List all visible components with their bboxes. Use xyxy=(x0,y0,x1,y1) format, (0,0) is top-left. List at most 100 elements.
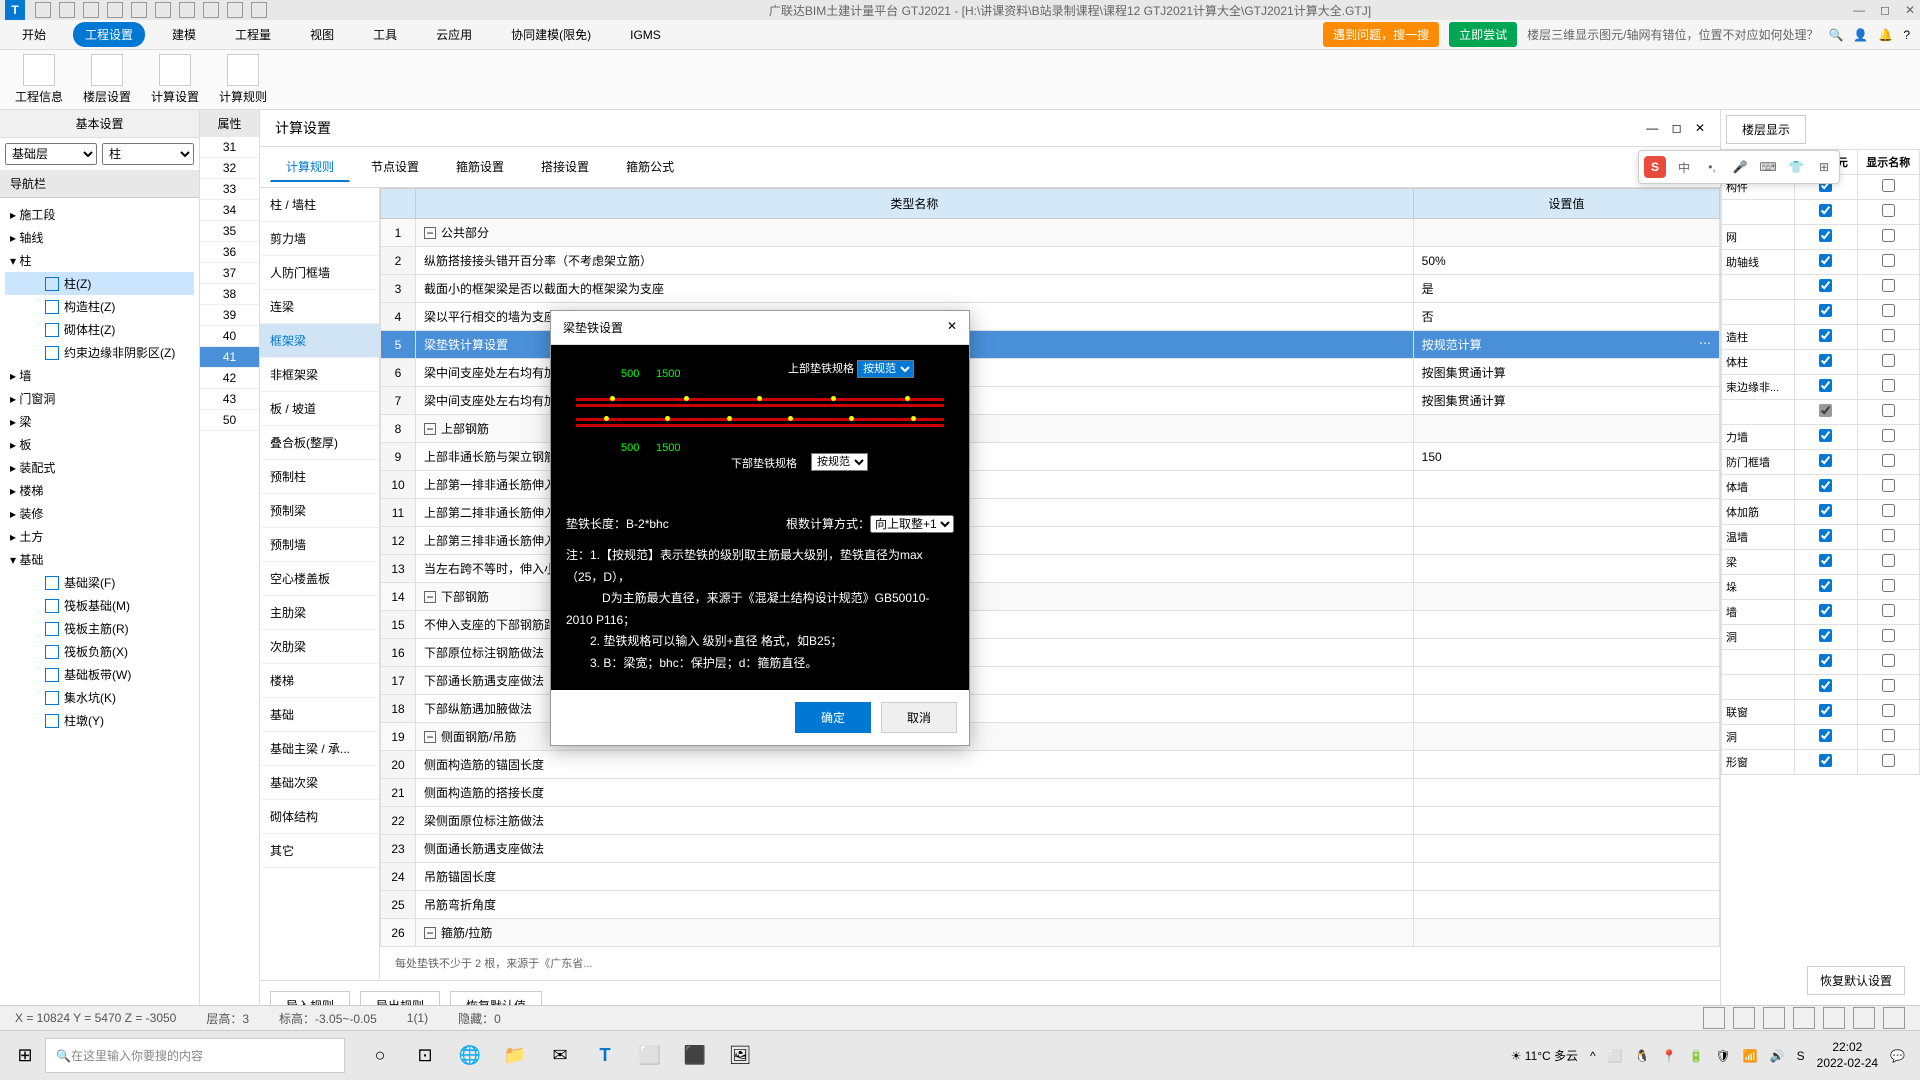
user-icon[interactable]: 👤 xyxy=(1853,28,1868,42)
tab-modeling[interactable]: 建模 xyxy=(160,22,208,47)
ft-cn-icon[interactable]: 中 xyxy=(1674,157,1694,177)
display-row[interactable]: 束边缘非... xyxy=(1722,375,1920,400)
tray-icon[interactable]: 📍 xyxy=(1662,1049,1677,1063)
property-row[interactable]: 41 xyxy=(200,347,259,368)
edge-icon[interactable]: 🌐 xyxy=(450,1036,490,1076)
minimize-panel-icon[interactable]: — xyxy=(1646,121,1658,135)
display-row[interactable] xyxy=(1722,300,1920,325)
rule-row[interactable]: 20侧面构造筋的锚固长度 xyxy=(381,751,1720,779)
search-icon[interactable]: 🔍 xyxy=(1828,28,1843,42)
display-row[interactable] xyxy=(1722,400,1920,425)
nav-node[interactable]: ▸ 装配式 xyxy=(5,456,194,479)
property-row[interactable]: 33 xyxy=(200,179,259,200)
category-item[interactable]: 框架梁 xyxy=(260,324,379,358)
rule-row[interactable]: 1−公共部分 xyxy=(381,219,1720,247)
rule-row[interactable]: 3截面小的框架梁是否以截面大的框架梁为支座是 xyxy=(381,275,1720,303)
cancel-button[interactable]: 取消 xyxy=(881,702,957,733)
nav-node[interactable]: 砌体柱(Z) xyxy=(5,318,194,341)
category-item[interactable]: 预制墙 xyxy=(260,528,379,562)
display-row[interactable]: 温墙 xyxy=(1722,525,1920,550)
nav-node[interactable]: ▸ 土方 xyxy=(5,525,194,548)
category-item[interactable]: 剪力墙 xyxy=(260,222,379,256)
tray-icon[interactable]: 🔋 xyxy=(1689,1049,1704,1063)
floor-display-tab[interactable]: 楼层显示 xyxy=(1726,115,1806,144)
nav-node[interactable]: 构造柱(Z) xyxy=(5,295,194,318)
rule-row[interactable]: 23侧面通长筋遇支座做法 xyxy=(381,835,1720,863)
sb-tool-icon[interactable] xyxy=(1703,1007,1725,1029)
tool-project-info[interactable]: 工程信息 xyxy=(15,54,63,105)
taskbar-search[interactable]: 🔍 在这里输入你要搜的内容 xyxy=(45,1038,345,1073)
weather-widget[interactable]: ☀ 11°C 多云 xyxy=(1511,1047,1578,1064)
restore-floor-defaults-button[interactable]: 恢复默认设置 xyxy=(1807,966,1905,995)
nav-node[interactable]: 基础梁(F) xyxy=(5,571,194,594)
rule-row[interactable]: 24吊筋锚固长度 xyxy=(381,863,1720,891)
sb-tool-icon[interactable] xyxy=(1823,1007,1845,1029)
nav-node[interactable]: ▸ 板 xyxy=(5,433,194,456)
rule-row[interactable]: 22梁侧面原位标注筋做法 xyxy=(381,807,1720,835)
help-icon[interactable]: ? xyxy=(1903,28,1910,42)
qa-icon[interactable] xyxy=(155,2,171,18)
property-row[interactable]: 35 xyxy=(200,221,259,242)
stab-node[interactable]: 节点设置 xyxy=(355,152,435,182)
sb-tool-icon[interactable] xyxy=(1793,1007,1815,1029)
tab-quantity[interactable]: 工程量 xyxy=(223,22,283,47)
tray-icon[interactable]: 🔊 xyxy=(1770,1049,1785,1063)
sb-tool-icon[interactable] xyxy=(1763,1007,1785,1029)
qa-icon[interactable] xyxy=(251,2,267,18)
category-item[interactable]: 次肋梁 xyxy=(260,630,379,664)
nav-node[interactable]: 约束边缘非阴影区(Z) xyxy=(5,341,194,364)
property-row[interactable]: 37 xyxy=(200,263,259,284)
display-row[interactable] xyxy=(1722,275,1920,300)
nav-node[interactable]: ▸ 轴线 xyxy=(5,226,194,249)
nav-node[interactable]: ▸ 墙 xyxy=(5,364,194,387)
nav-node[interactable]: ▸ 装修 xyxy=(5,502,194,525)
qa-icon[interactable] xyxy=(35,2,51,18)
display-row[interactable]: 助轴线 xyxy=(1722,250,1920,275)
category-item[interactable]: 主肋梁 xyxy=(260,596,379,630)
category-item[interactable]: 基础 xyxy=(260,698,379,732)
display-row[interactable]: 力墙 xyxy=(1722,425,1920,450)
tab-tools[interactable]: 工具 xyxy=(361,22,409,47)
bottom-spec-select[interactable]: 按规范 xyxy=(811,453,868,471)
tab-collab[interactable]: 协同建模(限免) xyxy=(499,22,603,47)
display-row[interactable] xyxy=(1722,200,1920,225)
rule-row[interactable]: 2纵筋搭接接头错开百分率（不考虑架立筋）50% xyxy=(381,247,1720,275)
category-item[interactable]: 人防门框墙 xyxy=(260,256,379,290)
tab-project-settings[interactable]: 工程设置 xyxy=(73,22,145,47)
component-select[interactable]: 柱 xyxy=(102,143,194,165)
rule-row[interactable]: 21侧面构造筋的搭接长度 xyxy=(381,779,1720,807)
ft-badge-icon[interactable]: S xyxy=(1644,156,1666,178)
nav-node[interactable]: 柱墩(Y) xyxy=(5,709,194,732)
category-item[interactable]: 非框架梁 xyxy=(260,358,379,392)
category-item[interactable]: 叠合板(整厚) xyxy=(260,426,379,460)
clock[interactable]: 22:02 2022-02-24 xyxy=(1817,1040,1878,1071)
photos-icon[interactable]: 🖼 xyxy=(720,1036,760,1076)
property-row[interactable]: 31 xyxy=(200,137,259,158)
property-row[interactable]: 50 xyxy=(200,410,259,431)
stab-stirrup[interactable]: 箍筋设置 xyxy=(440,152,520,182)
category-item[interactable]: 板 / 坡道 xyxy=(260,392,379,426)
nav-node[interactable]: 柱(Z) xyxy=(5,272,194,295)
mail-icon[interactable]: ✉ xyxy=(540,1036,580,1076)
display-row[interactable]: 洞 xyxy=(1722,625,1920,650)
qa-icon[interactable] xyxy=(227,2,243,18)
nav-node[interactable]: ▸ 门窗洞 xyxy=(5,387,194,410)
display-row[interactable]: 造柱 xyxy=(1722,325,1920,350)
category-item[interactable]: 连梁 xyxy=(260,290,379,324)
tab-view[interactable]: 视图 xyxy=(298,22,346,47)
explorer-icon[interactable]: 📁 xyxy=(495,1036,535,1076)
tray-ime-icon[interactable]: S xyxy=(1797,1049,1805,1063)
qa-icon[interactable] xyxy=(179,2,195,18)
category-item[interactable]: 其它 xyxy=(260,834,379,868)
display-row[interactable]: 体加筋 xyxy=(1722,500,1920,525)
tab-cloud[interactable]: 云应用 xyxy=(424,22,484,47)
search-help-button[interactable]: 遇到问题，搜一搜 xyxy=(1323,22,1439,47)
close-icon[interactable]: ✕ xyxy=(1905,3,1915,17)
tray-chevron-icon[interactable]: ^ xyxy=(1590,1049,1596,1063)
tray-icon[interactable]: 🛡 xyxy=(1716,1049,1731,1063)
try-now-button[interactable]: 立即尝试 xyxy=(1449,22,1517,47)
display-row[interactable]: 形窗 xyxy=(1722,750,1920,775)
tray-icon[interactable]: 🐧 xyxy=(1635,1049,1650,1063)
category-item[interactable]: 基础次梁 xyxy=(260,766,379,800)
nav-node[interactable]: 筏板主筋(R) xyxy=(5,617,194,640)
